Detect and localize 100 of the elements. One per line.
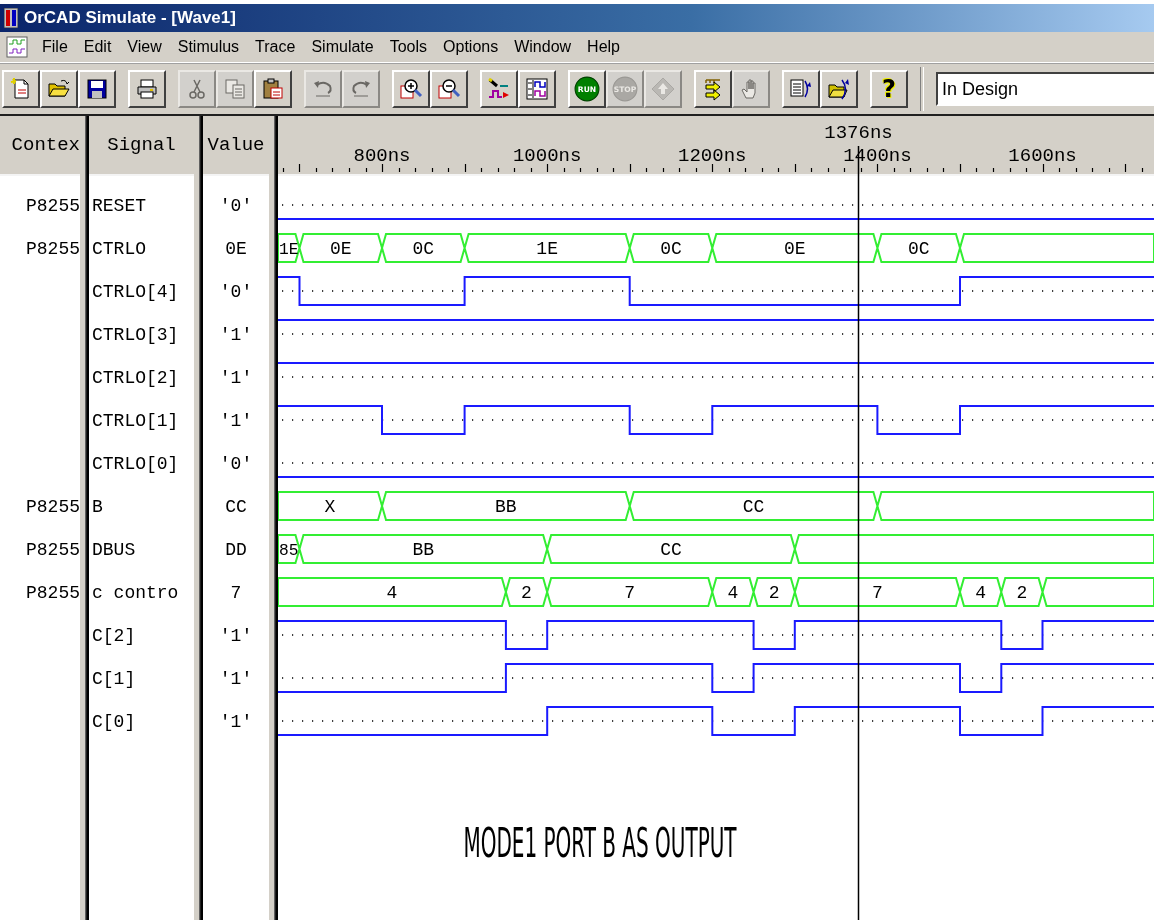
bus-value: 7	[872, 583, 883, 604]
waveform-button[interactable]	[518, 70, 556, 108]
value-cell: 7	[230, 582, 242, 603]
folder-swap-button[interactable]	[820, 70, 858, 108]
bus-value: 0C	[907, 239, 930, 260]
add-trace-icon	[487, 77, 511, 101]
context-cell: P8255	[26, 582, 80, 603]
menu-item[interactable]: Options	[435, 38, 507, 56]
menu-item[interactable]: File	[34, 38, 76, 56]
zoom-out-button[interactable]	[430, 70, 468, 108]
save-button[interactable]	[78, 70, 116, 108]
value-cell: '1'	[219, 625, 253, 646]
new-file-button[interactable]	[2, 70, 40, 108]
value-cell: '1'	[219, 367, 253, 388]
bus-value: 0C	[412, 239, 435, 260]
app-icon	[4, 8, 18, 28]
value-cell: '1'	[219, 711, 253, 732]
value-cell: '0'	[219, 281, 253, 302]
signal-name[interactable]: C[0]	[92, 711, 136, 732]
signal-name[interactable]: RESET	[92, 195, 146, 216]
signal-name[interactable]: C[2]	[92, 625, 136, 646]
paste-button[interactable]	[254, 70, 292, 108]
zoom-in-icon	[399, 77, 423, 101]
bus-value: CC	[660, 540, 682, 561]
annotation-text: MODE1 PORT B AS OUTPUT	[463, 820, 737, 866]
print-icon	[135, 77, 159, 101]
context-cell: P8255	[26, 496, 80, 517]
bus-value: CC	[742, 497, 765, 518]
value-cell: '1'	[219, 668, 253, 689]
bus-value: 0C	[660, 239, 682, 260]
bus-value: 4	[386, 583, 398, 604]
time-label: 800ns	[353, 145, 411, 167]
zoom-out-icon	[437, 77, 461, 101]
bus-value: 85	[279, 540, 299, 560]
context-cell: P8255	[26, 238, 80, 259]
menu-item[interactable]: Simulate	[303, 38, 382, 56]
bus-value: BB	[495, 497, 517, 518]
bus-value: 2	[521, 583, 532, 604]
menu-item[interactable]: Trace	[247, 38, 304, 56]
menu-item[interactable]: Help	[579, 38, 628, 56]
signal-name[interactable]: CTRLO[2]	[92, 367, 179, 388]
value-cell: 0E	[225, 238, 247, 259]
bus-value: 7	[624, 583, 636, 604]
folder-swap-icon	[827, 77, 851, 101]
time-label: 1000ns	[512, 145, 582, 167]
mode-dropdown[interactable]: In Design	[936, 72, 1154, 106]
bus-value: 2	[768, 583, 780, 604]
open-folder-button[interactable]	[40, 70, 78, 108]
signal-name[interactable]: CTRLO[3]	[92, 324, 179, 345]
menu-item[interactable]: Edit	[75, 38, 120, 56]
waveform-icon	[525, 77, 549, 101]
value-cell: CC	[225, 496, 247, 517]
menu-item[interactable]: View	[119, 38, 170, 56]
pane-splitter[interactable]	[80, 116, 89, 920]
context-cell: P8255	[26, 195, 80, 216]
save-icon	[85, 77, 109, 101]
zoom-in-button[interactable]	[392, 70, 430, 108]
signal-name[interactable]: c contro	[92, 582, 179, 603]
bus-value: BB	[412, 540, 435, 561]
signal-name[interactable]: C[1]	[92, 668, 136, 689]
paste-icon	[261, 77, 285, 101]
up-arrow-icon	[651, 77, 675, 101]
window-title: OrCAD Simulate - [Wave1]	[24, 8, 236, 28]
signal-name[interactable]: B	[92, 496, 103, 517]
value-cell: '0'	[219, 195, 253, 216]
bus-value: 1E	[536, 239, 558, 260]
bus-value: 4	[975, 583, 986, 604]
bus-value: 4	[727, 583, 739, 604]
bus-value: 0E	[784, 239, 806, 260]
value-cell: '1'	[219, 410, 253, 431]
signal-name[interactable]: DBUS	[92, 539, 136, 560]
add-trace-button[interactable]	[480, 70, 518, 108]
signal-name[interactable]: CTRLO[0]	[92, 453, 179, 474]
step-button[interactable]	[694, 70, 732, 108]
menu-item[interactable]: Window	[506, 38, 580, 56]
bus-value: 2	[1016, 583, 1028, 604]
bus-value: X	[324, 497, 336, 518]
help-button[interactable]: ?	[870, 70, 908, 108]
copy-icon	[223, 77, 247, 101]
cursor-time: 1376ns	[824, 122, 893, 144]
signal-name[interactable]: CTRLO	[92, 238, 146, 259]
bus-value: 0E	[329, 239, 352, 260]
pane-splitter[interactable]	[194, 116, 203, 920]
signal-name[interactable]: CTRLO[1]	[92, 410, 179, 431]
time-label: 1600ns	[1008, 145, 1077, 167]
print-button[interactable]	[128, 70, 166, 108]
pane-splitter[interactable]	[269, 116, 278, 920]
menu-item[interactable]: Stimulus	[169, 38, 248, 56]
menu-item[interactable]: Tools	[381, 38, 436, 56]
column-header[interactable]: Signal	[89, 116, 194, 176]
value-cell: '0'	[219, 453, 253, 474]
value-cell: DD	[225, 539, 247, 560]
document-icon	[6, 36, 28, 58]
bus-value: 1E	[279, 239, 299, 259]
column-header[interactable]: Contex	[0, 116, 80, 176]
time-label: 1200ns	[678, 145, 747, 167]
signal-name[interactable]: CTRLO[4]	[92, 281, 179, 302]
document-swap-button[interactable]	[782, 70, 820, 108]
context-cell: P8255	[26, 539, 80, 560]
column-header[interactable]: Value	[203, 116, 269, 176]
